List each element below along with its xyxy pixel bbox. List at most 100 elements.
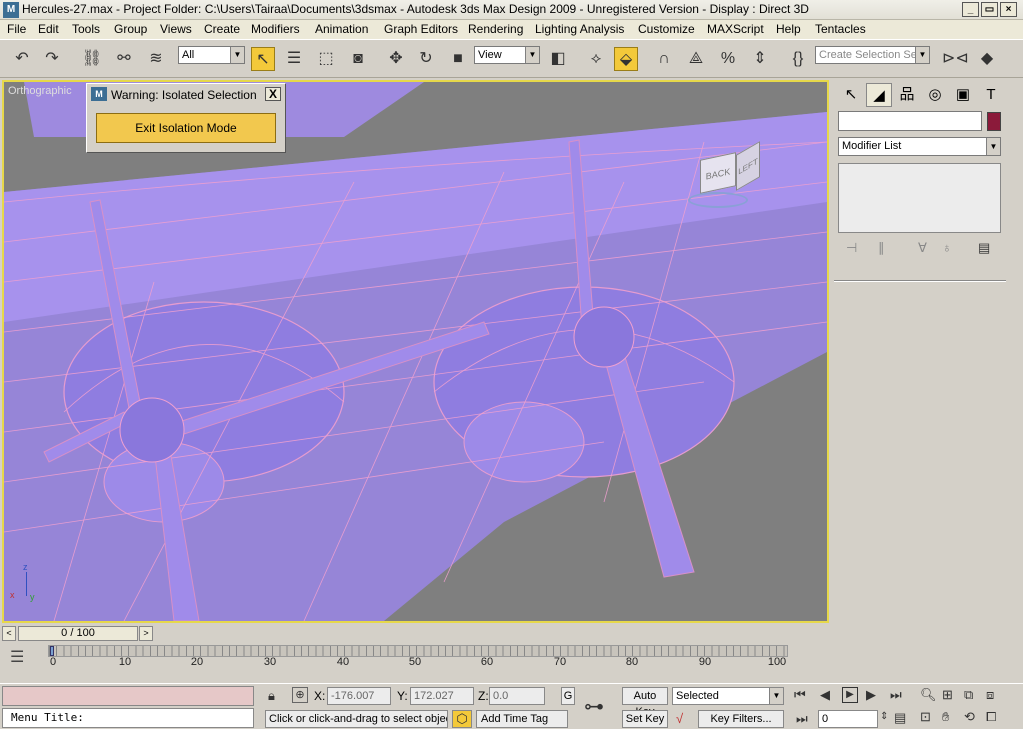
move-icon[interactable]: ✥: [384, 47, 408, 71]
menu-rendering[interactable]: Rendering: [468, 22, 523, 36]
angle-snap-icon[interactable]: ⟁: [684, 47, 708, 71]
dialog-close-button[interactable]: X: [265, 87, 281, 101]
rectangular-selection-icon[interactable]: ⬚: [314, 47, 338, 71]
frame-spinner-icon[interactable]: ⇕: [880, 711, 888, 722]
viewcube-left-face[interactable]: LEFT: [736, 141, 760, 191]
reference-coordinate-dropdown[interactable]: View ▼: [474, 46, 540, 64]
pin-stack-icon[interactable]: ⊣: [846, 240, 857, 256]
key-filters-button[interactable]: Key Filters...: [698, 710, 784, 728]
pan-icon[interactable]: ✋︎: [942, 709, 949, 725]
dialog-titlebar[interactable]: M Warning: Isolated Selection X: [87, 84, 285, 104]
select-and-link-icon[interactable]: ⛓: [80, 47, 104, 71]
select-object-icon[interactable]: ↖: [251, 47, 275, 71]
mirror-icon[interactable]: ⊳⊲: [942, 47, 969, 71]
maxscript-listener-input[interactable]: Menu Title:: [2, 708, 254, 728]
spinner-snap-icon[interactable]: ⇕: [748, 47, 772, 71]
app-logo-icon[interactable]: M: [3, 2, 19, 18]
show-end-result-icon[interactable]: ∥: [878, 240, 885, 256]
zoom-extents-icon[interactable]: ⧉: [964, 687, 973, 703]
menu-tentacles[interactable]: Tentacles: [815, 22, 866, 36]
named-selection-dropdown[interactable]: Create Selection Set ▼: [815, 46, 930, 64]
auto-key-button[interactable]: Auto Key: [622, 687, 668, 718]
object-color-swatch[interactable]: [987, 112, 1001, 131]
menu-graph-editors[interactable]: Graph Editors: [384, 22, 458, 36]
edit-named-selection-icon[interactable]: {}: [786, 47, 810, 71]
add-time-tag-button[interactable]: Add Time Tag: [476, 710, 568, 728]
object-name-input[interactable]: [838, 111, 982, 131]
zoom-all-icon[interactable]: ⊞: [942, 687, 953, 703]
menu-views[interactable]: Views: [160, 22, 192, 36]
redo-icon[interactable]: ↷: [40, 47, 64, 71]
previous-frame-icon[interactable]: ◀: [820, 687, 830, 703]
set-key-button[interactable]: Set Key: [622, 710, 668, 728]
close-button[interactable]: ×: [1000, 2, 1017, 17]
menu-help[interactable]: Help: [776, 22, 801, 36]
key-mode-toggle-icon[interactable]: ⏭: [796, 711, 808, 727]
next-frame-icon[interactable]: ▶: [866, 687, 876, 703]
scale-icon[interactable]: ■: [446, 47, 470, 71]
maximize-viewport-icon[interactable]: ⧠: [986, 709, 996, 725]
exit-isolation-button[interactable]: Exit Isolation Mode: [96, 113, 276, 143]
grid-setting[interactable]: G: [561, 687, 575, 705]
x-coordinate-field[interactable]: -176.007: [327, 687, 391, 705]
zoom-extents-all-icon[interactable]: ⧈: [986, 687, 994, 703]
viewcube[interactable]: BACK LEFT: [688, 141, 764, 218]
go-to-end-icon[interactable]: ⏭: [890, 687, 902, 703]
curve-editor-mini-icon[interactable]: ☰: [10, 647, 24, 667]
menu-customize[interactable]: Customize: [638, 22, 695, 36]
viewcube-compass-ring[interactable]: [688, 192, 748, 208]
configure-modifier-sets-icon[interactable]: ▤: [978, 240, 990, 256]
align-icon[interactable]: ◆: [975, 47, 999, 71]
menu-maxscript[interactable]: MAXScript: [707, 22, 764, 36]
z-coordinate-field[interactable]: 0.0: [489, 687, 545, 705]
time-slider[interactable]: 0 / 100: [18, 626, 138, 641]
menu-edit[interactable]: Edit: [38, 22, 59, 36]
snaps-toggle-icon[interactable]: ⬙: [614, 47, 638, 71]
viewport-label[interactable]: Orthographic: [8, 85, 72, 97]
window-crossing-icon[interactable]: ◙: [346, 47, 370, 71]
field-of-view-icon[interactable]: ⊡: [920, 709, 931, 725]
hierarchy-tab-icon[interactable]: 品: [894, 83, 920, 107]
time-next-icon[interactable]: >: [139, 626, 153, 641]
go-to-start-icon[interactable]: ⏮: [794, 687, 806, 703]
absolute-mode-icon[interactable]: ⊕: [292, 687, 308, 703]
modifier-stack[interactable]: [838, 163, 1001, 233]
menu-group[interactable]: Group: [114, 22, 147, 36]
modify-tab-icon[interactable]: ◢: [866, 83, 892, 107]
orbit-icon[interactable]: ⟲: [964, 709, 975, 725]
create-tab-icon[interactable]: ↖: [838, 83, 864, 107]
snap-3d-icon[interactable]: ∩: [652, 47, 676, 71]
display-tab-icon[interactable]: ▣: [950, 83, 976, 107]
viewcube-back-face[interactable]: BACK: [700, 152, 736, 194]
pivot-center-icon[interactable]: ◧: [546, 47, 570, 71]
undo-icon[interactable]: ↶: [10, 47, 34, 71]
menu-modifiers[interactable]: Modifiers: [251, 22, 300, 36]
motion-tab-icon[interactable]: ◎: [922, 83, 948, 107]
bind-space-warp-icon[interactable]: ≋: [144, 47, 168, 71]
key-mode-dropdown[interactable]: Selected ▼: [672, 687, 784, 705]
menu-create[interactable]: Create: [204, 22, 240, 36]
selection-filter-dropdown[interactable]: All ▼: [178, 46, 245, 64]
current-frame-field[interactable]: 0: [818, 710, 878, 728]
rotate-icon[interactable]: ↻: [414, 47, 438, 71]
menu-animation[interactable]: Animation: [315, 22, 368, 36]
zoom-icon[interactable]: 🔍︎: [920, 687, 937, 703]
make-unique-icon[interactable]: ∀: [918, 240, 927, 256]
menu-lighting-analysis[interactable]: Lighting Analysis: [535, 22, 624, 36]
select-by-name-icon[interactable]: ☰: [282, 47, 306, 71]
time-configuration-icon[interactable]: ▤: [894, 710, 906, 726]
select-and-manipulate-icon[interactable]: ⟡: [584, 47, 608, 71]
adaptive-degradation-icon[interactable]: ⬡: [452, 710, 472, 728]
unlink-icon[interactable]: ⚯: [112, 47, 136, 71]
play-icon[interactable]: ▶: [842, 687, 858, 703]
utilities-tab-icon[interactable]: T: [978, 83, 1004, 107]
modifier-list-dropdown[interactable]: Modifier List ▼: [838, 137, 1001, 156]
minimize-button[interactable]: _: [962, 2, 979, 17]
maxscript-listener-output[interactable]: [2, 686, 254, 706]
time-prev-icon[interactable]: <: [2, 626, 16, 641]
default-in-out-tangents-icon[interactable]: √: [676, 711, 683, 726]
percent-snap-icon[interactable]: %: [716, 47, 740, 71]
viewport-orthographic[interactable]: Orthographic BACK LEFT z x y: [2, 80, 829, 623]
selection-lock-icon[interactable]: 🔒︎: [268, 688, 275, 704]
remove-modifier-icon[interactable]: ♁: [942, 240, 952, 255]
